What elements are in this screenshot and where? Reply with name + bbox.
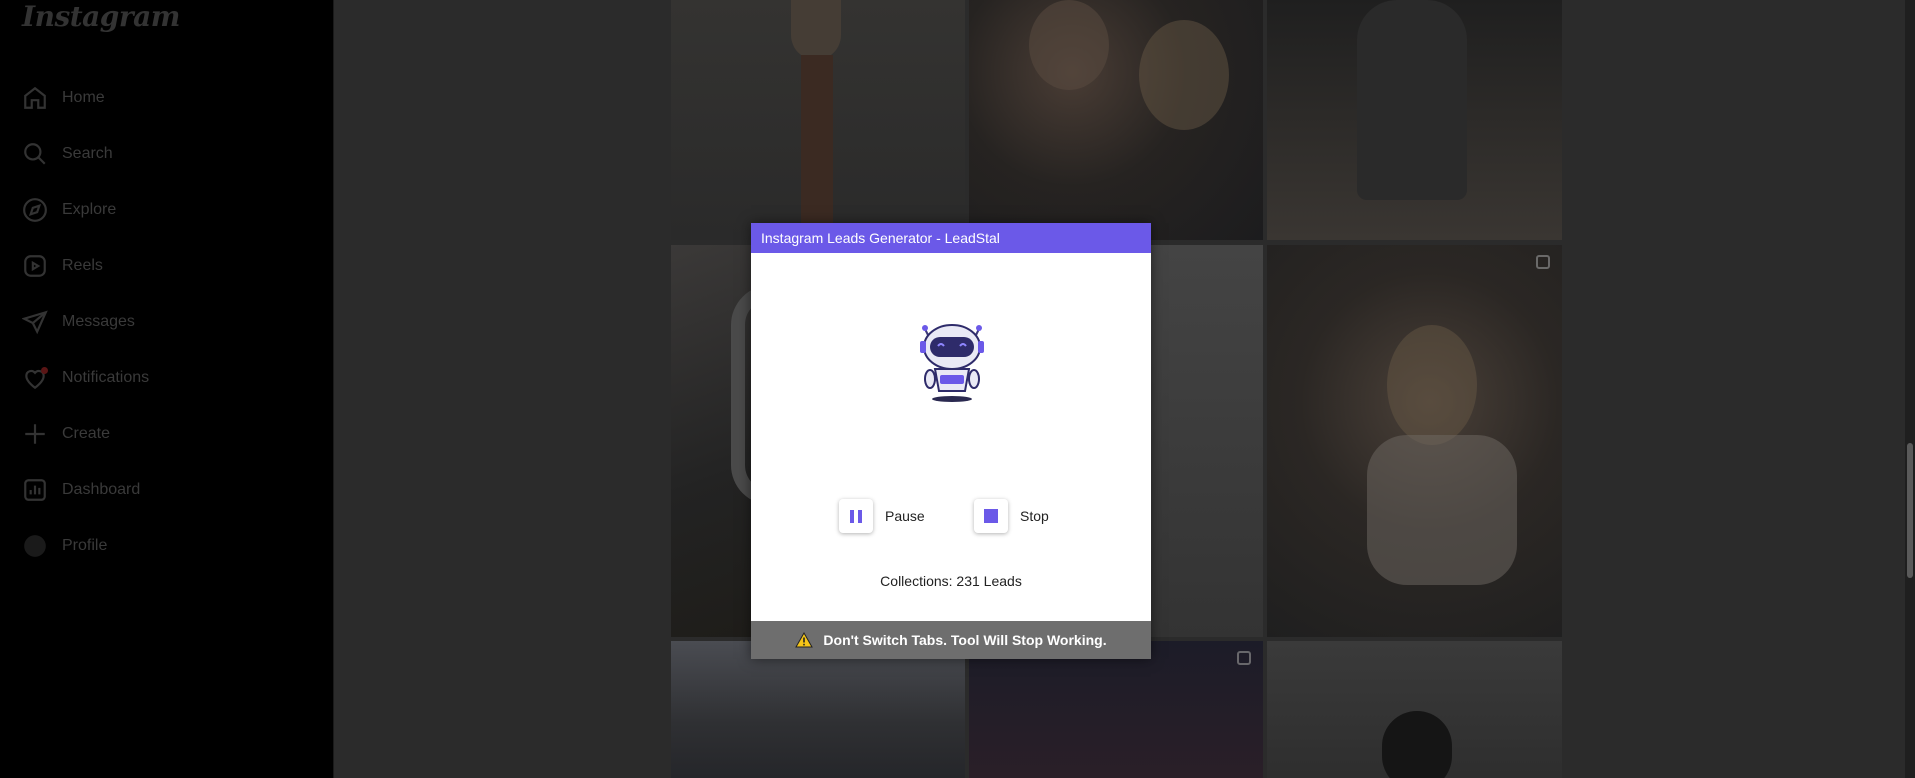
stop-icon[interactable] <box>974 499 1008 533</box>
sidebar-item-explore[interactable]: Explore <box>0 182 334 238</box>
sidebar-item-label: Home <box>62 89 105 106</box>
post-thumbnail[interactable] <box>1267 0 1562 240</box>
sidebar-item-label: Dashboard <box>62 481 141 498</box>
dialog-title: Instagram Leads Generator - LeadStal <box>751 223 1151 253</box>
warning-bar: Don't Switch Tabs. Tool Will Stop Workin… <box>751 621 1151 659</box>
carousel-icon <box>1237 651 1251 665</box>
sidebar-item-label: Messages <box>62 313 135 330</box>
post-thumbnail[interactable] <box>1267 641 1562 778</box>
sidebar-item-label: Create <box>62 425 111 442</box>
home-icon <box>22 85 48 111</box>
pause-icon[interactable] <box>839 499 873 533</box>
warning-icon <box>795 632 814 648</box>
heart-icon <box>22 365 48 391</box>
sidebar-item-label: Profile <box>62 537 108 554</box>
post-thumbnail[interactable] <box>671 0 965 240</box>
instagram-logo[interactable]: Instagram <box>22 0 180 33</box>
search-icon <box>22 141 48 167</box>
send-icon <box>21 309 48 335</box>
leads-generator-dialog: Instagram Leads Generator - LeadStal Pau… <box>751 223 1151 659</box>
sidebar-item-notifications[interactable]: Notifications <box>0 350 334 406</box>
pause-button[interactable]: Pause <box>839 499 925 533</box>
post-thumbnail[interactable] <box>1267 245 1562 637</box>
stop-button[interactable]: Stop <box>974 499 1049 533</box>
page-scrollbar[interactable] <box>1905 0 1915 778</box>
reels-icon <box>22 253 48 279</box>
sidebar-item-label: Reels <box>62 257 103 274</box>
robot-mascot-icon <box>920 324 984 402</box>
collections-count: Collections: 231 Leads <box>880 573 1022 589</box>
post-thumbnail[interactable] <box>969 641 1263 778</box>
sidebar: Instagram Home Search Explore Reels Mess… <box>0 0 334 778</box>
plus-icon <box>22 421 48 447</box>
chart-icon <box>22 477 48 503</box>
carousel-icon <box>1536 255 1550 269</box>
sidebar-item-label: Search <box>62 145 113 162</box>
sidebar-item-search[interactable]: Search <box>0 126 334 182</box>
sidebar-item-profile[interactable]: Profile <box>0 518 334 574</box>
notification-badge <box>41 367 48 374</box>
sidebar-item-label: Explore <box>62 201 117 218</box>
sidebar-item-reels[interactable]: Reels <box>0 238 334 294</box>
scrollbar-thumb[interactable] <box>1907 443 1913 578</box>
stop-label: Stop <box>1020 508 1049 524</box>
pause-label: Pause <box>885 508 925 524</box>
sidebar-item-home[interactable]: Home <box>0 70 334 126</box>
post-thumbnail[interactable] <box>969 0 1263 240</box>
sidebar-item-create[interactable]: Create <box>0 406 334 462</box>
warning-text: Don't Switch Tabs. Tool Will Stop Workin… <box>823 632 1107 648</box>
dialog-controls: Pause Stop <box>751 499 1151 535</box>
sidebar-item-dashboard[interactable]: Dashboard <box>0 462 334 518</box>
sidebar-nav: Home Search Explore Reels Messages Notif… <box>0 70 334 574</box>
avatar-icon <box>22 533 48 559</box>
post-thumbnail[interactable] <box>671 641 965 778</box>
sidebar-item-label: Notifications <box>62 369 150 386</box>
compass-icon <box>22 197 48 223</box>
sidebar-item-messages[interactable]: Messages <box>0 294 334 350</box>
